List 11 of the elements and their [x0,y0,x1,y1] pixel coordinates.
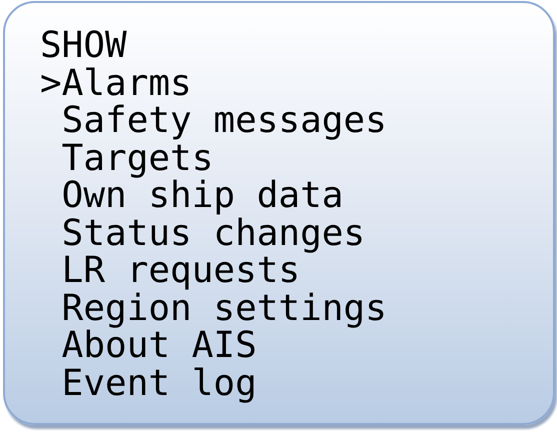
menu-item[interactable]: Alarms [62,64,192,102]
menu-title: SHOW [40,27,128,64]
menu-item[interactable]: About AIS [40,327,257,364]
menu-item[interactable]: Safety messages [40,102,387,140]
cursor-marker: > [40,64,62,102]
menu-item[interactable]: LR requests [40,252,300,290]
menu-item[interactable]: Own ship data [40,177,344,214]
menu-item[interactable]: Targets [40,140,214,177]
menu-item[interactable]: Region settings [40,290,387,327]
menu-item[interactable]: Status changes [40,214,366,252]
menu-item[interactable]: Event log [40,364,257,402]
